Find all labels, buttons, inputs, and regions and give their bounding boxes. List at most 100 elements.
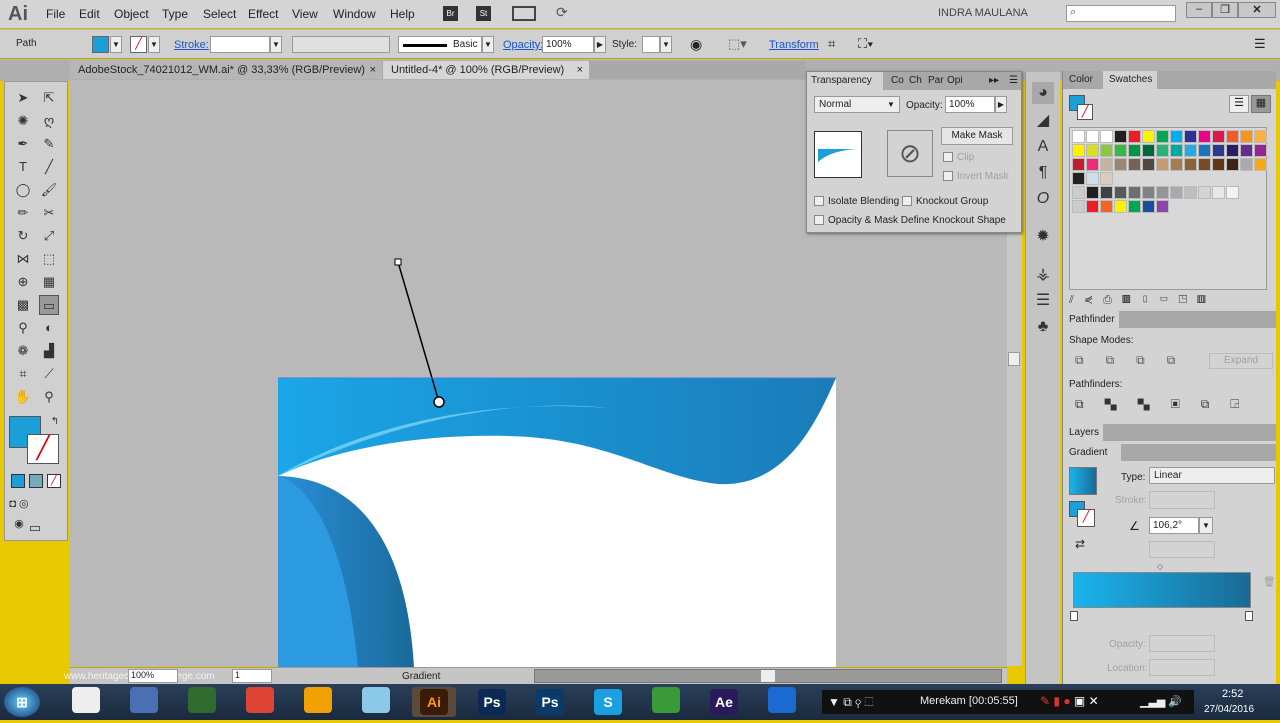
paragraph-icon[interactable]: ¶ bbox=[1032, 162, 1054, 184]
swatch[interactable] bbox=[1184, 130, 1197, 143]
scale-icon[interactable]: ⤢ bbox=[39, 226, 59, 246]
symbol-sprayer-icon[interactable]: ❁ bbox=[13, 341, 33, 361]
opacity-arrow[interactable]: ▶ bbox=[594, 36, 606, 53]
stroke-color-box[interactable]: ╱ bbox=[27, 434, 59, 464]
opacity-slider-arrow[interactable]: ▶ bbox=[995, 96, 1007, 113]
angle-dropdown[interactable]: ▼ bbox=[1199, 517, 1213, 534]
taskbar-app-monitor[interactable] bbox=[180, 687, 224, 717]
knockout-group-checkbox[interactable] bbox=[902, 196, 912, 206]
angle-input[interactable]: 106,2° bbox=[1149, 517, 1199, 534]
swatch[interactable] bbox=[1142, 130, 1155, 143]
swatch-gray[interactable] bbox=[1142, 186, 1155, 199]
swatch-stroke-indicator[interactable]: ╱ bbox=[1077, 104, 1093, 120]
recorder-tools[interactable]: ✎ ▮ ● ▣ ✕ bbox=[1040, 694, 1099, 708]
taskbar-app-idm[interactable] bbox=[644, 687, 688, 717]
pencil-icon[interactable]: ✏ bbox=[13, 203, 33, 223]
swatch-gray[interactable] bbox=[1100, 186, 1113, 199]
tab-gradient[interactable]: Gradient bbox=[1063, 444, 1121, 462]
make-mask-button[interactable]: Make Mask bbox=[941, 127, 1013, 145]
swatch-gray[interactable] bbox=[1170, 186, 1183, 199]
swatch[interactable] bbox=[1254, 158, 1267, 171]
brush-dd-arrow[interactable]: ▼ bbox=[482, 36, 494, 53]
taskbar-app-files[interactable] bbox=[354, 687, 398, 717]
taskbar-app-remote[interactable] bbox=[122, 687, 166, 717]
transform-link[interactable]: Transform bbox=[769, 39, 819, 51]
swatch[interactable] bbox=[1226, 144, 1239, 157]
restore-button[interactable]: ❐ bbox=[1212, 2, 1238, 18]
swatch-gray[interactable] bbox=[1226, 186, 1239, 199]
start-button[interactable]: ⊞ bbox=[4, 687, 40, 717]
swatch[interactable] bbox=[1128, 144, 1141, 157]
tab-untitled-4[interactable]: Untitled-4* @ 100% (RGB/Preview) × bbox=[383, 61, 589, 79]
slice-icon[interactable]: ⟋ bbox=[39, 364, 59, 384]
gradient-stop-start[interactable] bbox=[1070, 611, 1078, 621]
swatch[interactable] bbox=[1086, 158, 1099, 171]
menu-file[interactable]: File bbox=[46, 7, 65, 21]
menu-window[interactable]: Window bbox=[333, 7, 376, 21]
swatch[interactable] bbox=[1212, 130, 1225, 143]
tab-pathfinder[interactable]: Pathfinder bbox=[1063, 311, 1119, 329]
swatch[interactable] bbox=[1184, 158, 1197, 171]
gradient-stop-end[interactable] bbox=[1245, 611, 1253, 621]
swatch[interactable] bbox=[1226, 158, 1239, 171]
draw-mode-icon[interactable]: ◘ ◎ ◉ bbox=[9, 494, 29, 530]
swatch[interactable] bbox=[1156, 130, 1169, 143]
opacity-link[interactable]: Opacity: bbox=[503, 39, 543, 51]
clock-date[interactable]: 27/04/2016 bbox=[1204, 704, 1254, 715]
none-mode-icon[interactable]: ╱ bbox=[47, 474, 61, 488]
style-swatch[interactable] bbox=[642, 36, 660, 53]
swatch[interactable] bbox=[1114, 130, 1127, 143]
no-mask-icon[interactable]: ⊘ bbox=[887, 130, 933, 177]
gradient-preview[interactable] bbox=[1069, 467, 1097, 495]
variable-width-dropdown[interactable] bbox=[292, 36, 390, 53]
curvature-icon[interactable]: ✎ bbox=[39, 134, 59, 154]
tab-swatches[interactable]: Swatches bbox=[1103, 71, 1157, 89]
width-tool-icon[interactable]: ⋈ bbox=[13, 249, 33, 269]
swatch[interactable] bbox=[1254, 144, 1267, 157]
swatch[interactable] bbox=[1156, 144, 1169, 157]
gradient-mode-icon[interactable] bbox=[29, 474, 43, 488]
artboard[interactable] bbox=[278, 378, 836, 668]
swatch[interactable] bbox=[1072, 144, 1085, 157]
gradient-stroke-indicator[interactable]: ╱ bbox=[1077, 509, 1095, 527]
menu-type[interactable]: Type bbox=[162, 7, 188, 21]
paintbrush-icon[interactable]: 🖌 bbox=[39, 180, 59, 200]
panel-menu-icon[interactable]: ☰ bbox=[1005, 72, 1022, 90]
mesh-icon[interactable]: ▩ bbox=[13, 295, 33, 315]
horizontal-scrollbar[interactable] bbox=[534, 669, 1002, 683]
swatch-bright[interactable] bbox=[1114, 200, 1127, 213]
stroke-swatch[interactable]: ╱ bbox=[130, 36, 147, 53]
free-transform-icon[interactable]: ⬚ bbox=[39, 249, 59, 269]
user-menu[interactable]: INDRA MAULANA bbox=[938, 7, 1028, 19]
gradient-tool-icon[interactable]: ▭ bbox=[39, 295, 59, 315]
select-similar-icon[interactable]: ⛶▾ bbox=[858, 36, 873, 52]
scroll-thumb[interactable] bbox=[1008, 352, 1020, 366]
taskbar-app-chrome[interactable] bbox=[238, 687, 282, 717]
panel-menu-icon[interactable]: ☰ bbox=[1254, 36, 1266, 52]
taskbar-app-avast[interactable] bbox=[296, 687, 340, 717]
clock-time[interactable]: 2:52 bbox=[1222, 688, 1243, 700]
swatch-gray[interactable] bbox=[1114, 186, 1127, 199]
scissors-icon[interactable]: ✂ bbox=[39, 203, 59, 223]
swatch-gray[interactable] bbox=[1086, 186, 1099, 199]
shape-builder-icon[interactable]: ⊕ bbox=[13, 272, 33, 292]
search-input[interactable] bbox=[1066, 5, 1176, 22]
swatch-group-folder[interactable] bbox=[1072, 172, 1085, 185]
swatch[interactable] bbox=[1212, 158, 1225, 171]
perspective-icon[interactable]: ▦ bbox=[39, 272, 59, 292]
workspace-icon[interactable] bbox=[512, 6, 536, 21]
menu-effect[interactable]: Effect bbox=[248, 7, 278, 21]
expand-icon[interactable]: ▸▸ bbox=[985, 72, 1003, 90]
style-dropdown[interactable]: ▼ bbox=[660, 36, 672, 53]
menu-object[interactable]: Object bbox=[114, 7, 149, 21]
gradient-panel-icon[interactable]: ◢ bbox=[1032, 110, 1054, 132]
swatch[interactable] bbox=[1198, 130, 1211, 143]
swatch[interactable] bbox=[1114, 144, 1127, 157]
wave-artwork[interactable] bbox=[278, 378, 836, 668]
bridge-icon[interactable]: Br bbox=[443, 6, 458, 21]
opacity-input[interactable]: 100% bbox=[542, 36, 594, 53]
swatch-bright[interactable] bbox=[1156, 200, 1169, 213]
screen-mode-icon[interactable]: ▭ bbox=[25, 518, 45, 538]
gray-group-folder[interactable] bbox=[1072, 186, 1085, 199]
swatch[interactable] bbox=[1156, 158, 1169, 171]
